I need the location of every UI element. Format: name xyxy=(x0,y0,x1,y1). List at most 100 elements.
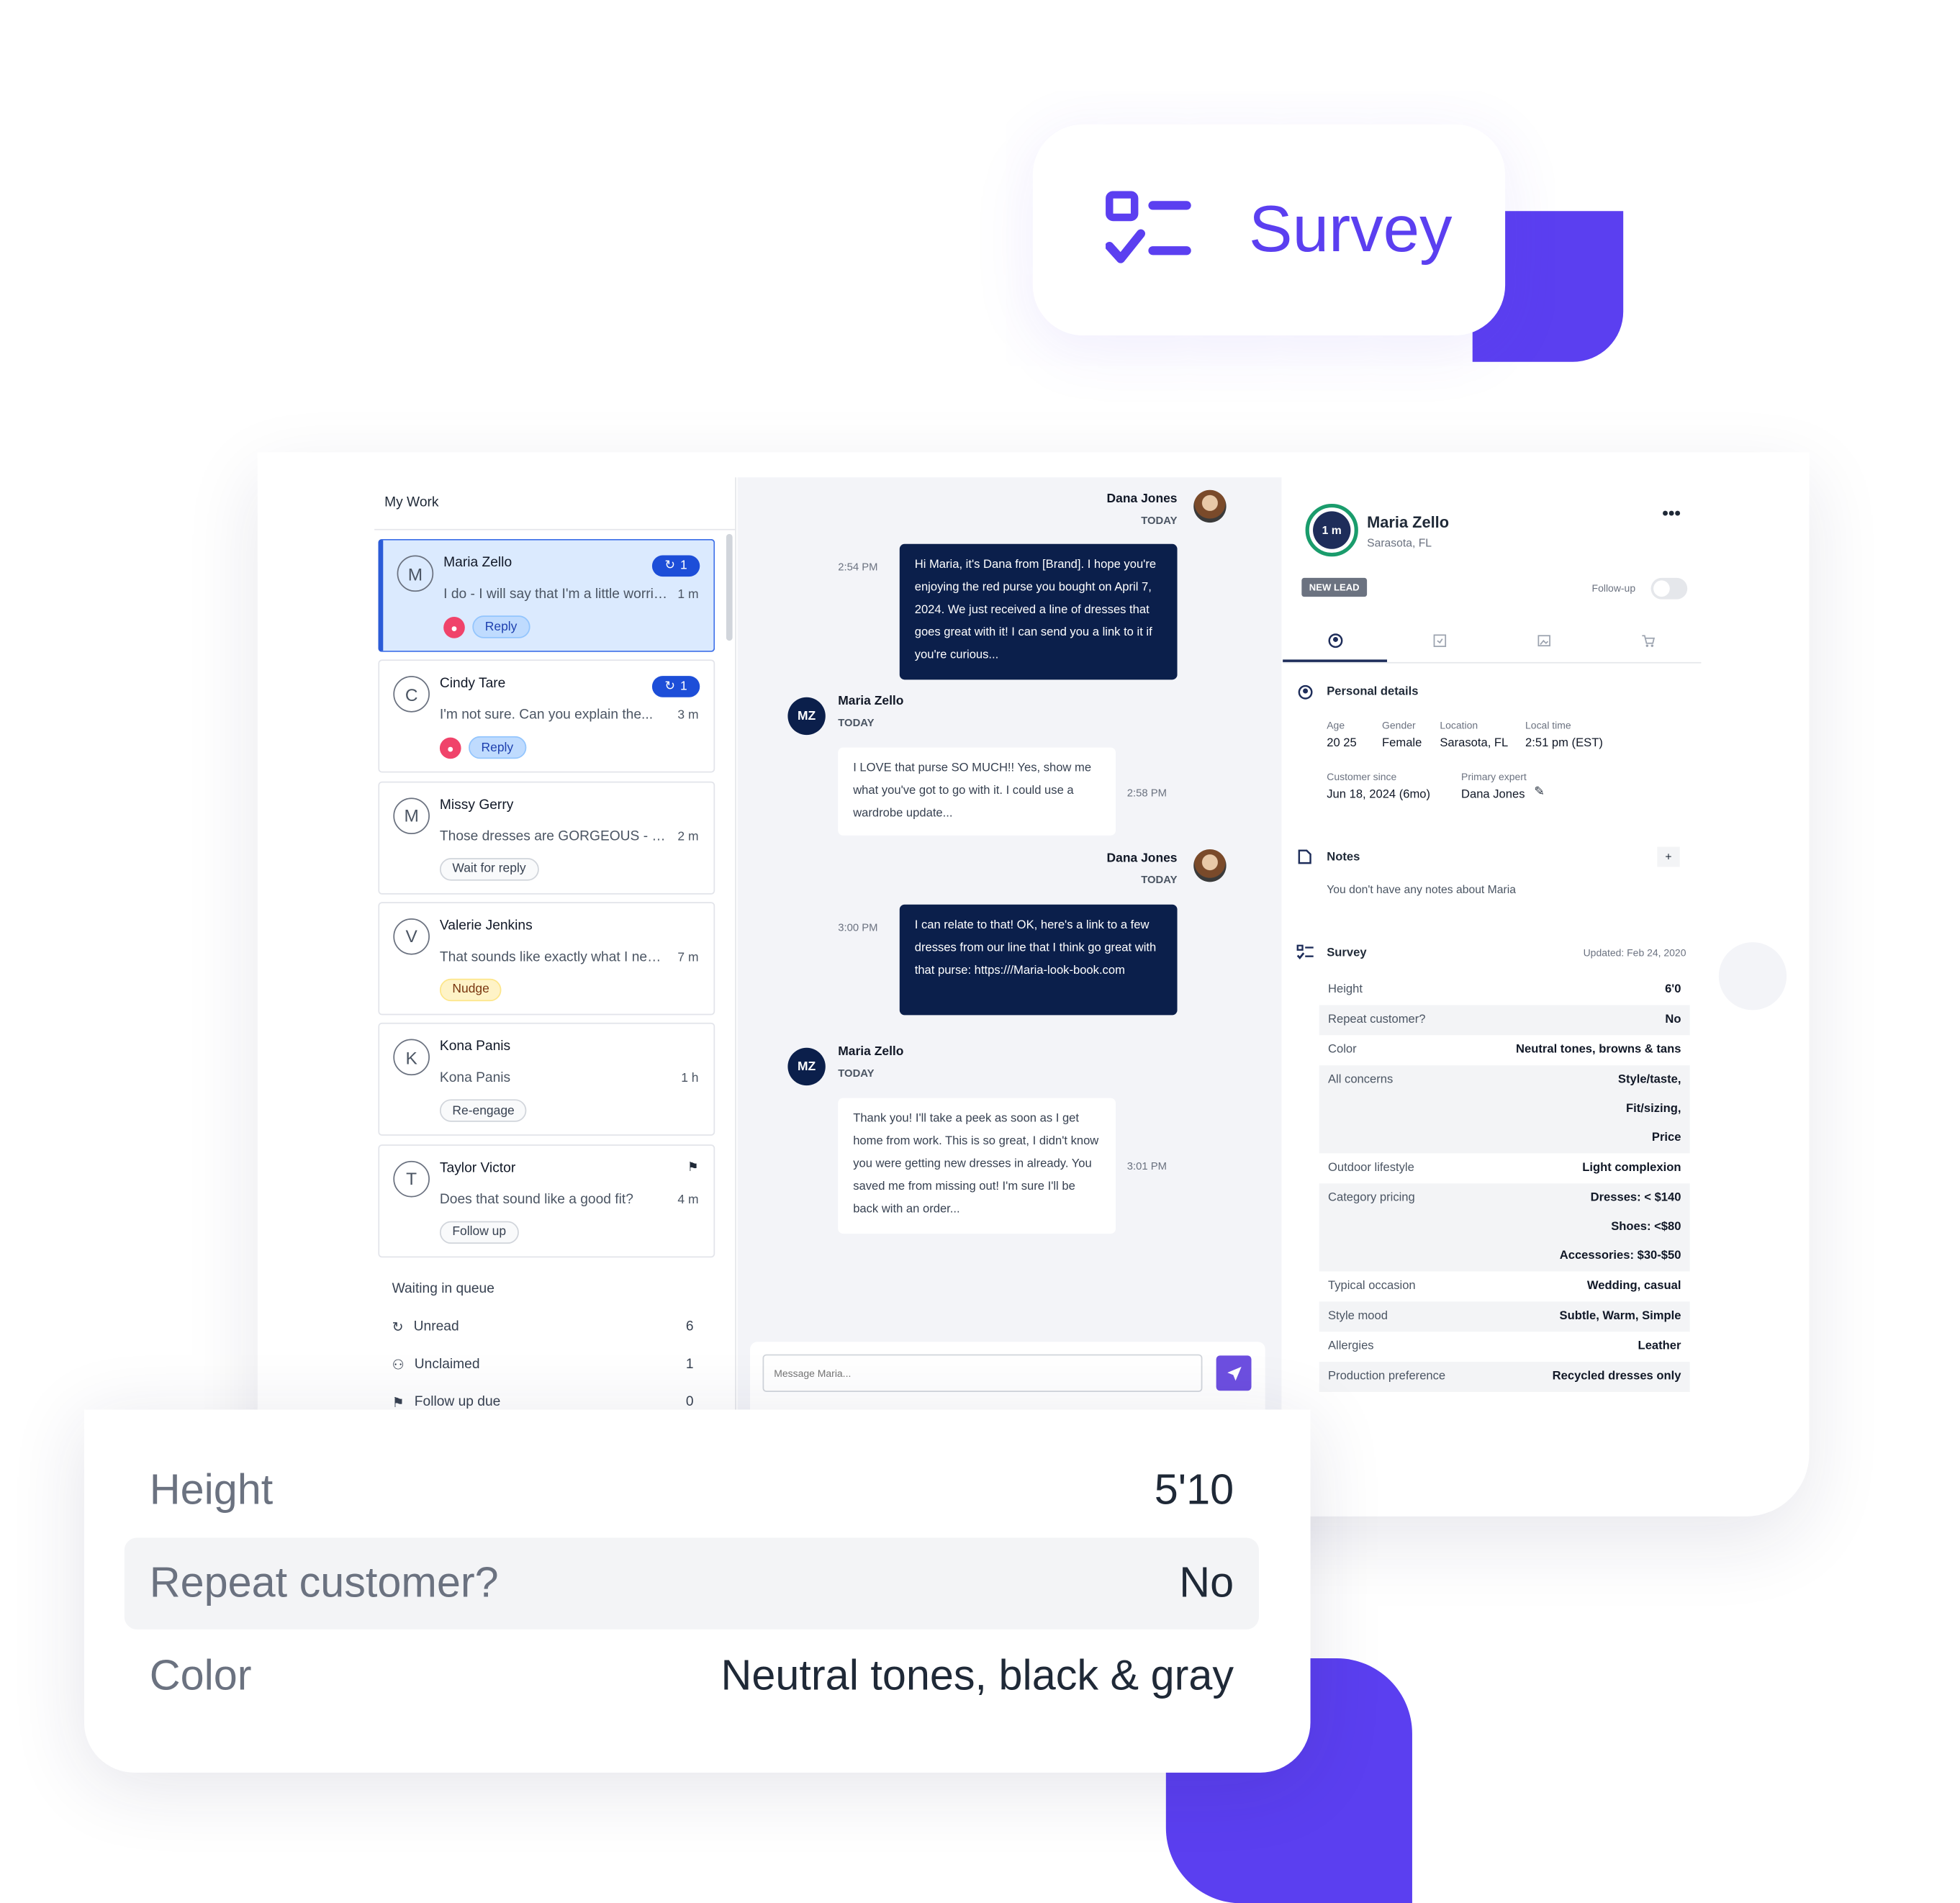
chat-refresh-icon: ↻ xyxy=(664,679,676,695)
survey-key: Style mood xyxy=(1327,1308,1388,1324)
user-circle-icon xyxy=(1298,684,1313,700)
survey-value: Price xyxy=(1651,1130,1681,1145)
composer xyxy=(750,1342,1265,1410)
user-circle-icon xyxy=(1327,633,1342,648)
add-note-button[interactable]: + xyxy=(1657,846,1680,867)
followup-toggle[interactable] xyxy=(1650,577,1688,600)
tab-survey[interactable] xyxy=(1387,625,1491,662)
message-bubble: Hi Maria, it's Dana from [Brand]. I hope… xyxy=(899,543,1178,680)
chat-refresh-icon: ↻ xyxy=(392,1320,404,1336)
survey-row: Style mood Subtle, Warm, Simple xyxy=(1319,1301,1690,1332)
notes-empty: You don't have any notes about Maria xyxy=(1327,883,1516,896)
elapsed-time: 3 m xyxy=(677,708,699,723)
fire-icon: ● xyxy=(443,617,465,638)
hero-title: Survey xyxy=(1249,193,1453,267)
elapsed-time: 1 m xyxy=(677,587,699,602)
conversation-card[interactable]: T Taylor Victor Does that sound like a g… xyxy=(378,1144,715,1257)
agent-avatar xyxy=(1193,489,1227,523)
action-chip[interactable]: Wait for reply xyxy=(439,857,539,880)
survey-row: All concerns Style/taste, Fit/sizing, Price xyxy=(1319,1065,1690,1154)
conversation-card[interactable]: V Valerie Jenkins That sounds like exact… xyxy=(378,902,715,1016)
agent-avatar xyxy=(1193,849,1227,882)
survey-row: Outdoor lifestyle Light complexion xyxy=(1319,1153,1690,1183)
queue-count: 0 xyxy=(685,1394,694,1410)
decor-circle xyxy=(1718,942,1787,1011)
contact-name: Valerie Jenkins xyxy=(439,918,533,934)
message-preview: I do - I will say that I'm a little worr… xyxy=(443,587,670,602)
flag-icon: ⚑ xyxy=(392,1396,405,1411)
section-title: Personal details xyxy=(1327,684,1419,699)
message-time: 2:54 PM xyxy=(838,560,878,573)
survey-updated: Updated: Feb 24, 2020 xyxy=(1583,947,1686,959)
queue-item[interactable]: ↻ Unread 6 xyxy=(392,1319,694,1336)
message-time: 3:00 PM xyxy=(838,921,878,934)
scrollbar[interactable] xyxy=(726,533,733,641)
contact-name: Missy Gerry xyxy=(439,797,514,813)
tab-media[interactable] xyxy=(1492,625,1597,662)
survey-value: No xyxy=(1665,1012,1681,1027)
message-input[interactable] xyxy=(762,1354,1203,1393)
message-preview: I'm not sure. Can you explain the... xyxy=(439,708,654,723)
message-date: TODAY xyxy=(838,715,875,729)
image-icon xyxy=(1537,635,1551,647)
chat-refresh-icon: ↻ xyxy=(664,559,676,573)
action-chip[interactable]: Reply xyxy=(469,736,526,759)
conversation-card[interactable]: M Missy Gerry Those dresses are GORGEOUS… xyxy=(378,780,715,895)
elapsed-time: 2 m xyxy=(677,830,699,844)
message-preview: Kona Panis xyxy=(439,1070,511,1086)
survey-key: Height xyxy=(1327,982,1363,997)
survey-value: No xyxy=(1179,1559,1234,1607)
survey-row: Category pricing Dresses: < $140 Shoes: <$… xyxy=(1319,1183,1690,1272)
message-bubble: I can relate to that! OK, here's a link … xyxy=(899,904,1178,1016)
survey-value: Fit/sizing, xyxy=(1626,1101,1681,1116)
clipboard-icon xyxy=(1433,634,1446,647)
flag-icon: ⚑ xyxy=(687,1160,699,1175)
survey-key: Repeat customer? xyxy=(1327,1012,1426,1027)
conversation-card[interactable]: K Kona Panis Kona Panis 1 h Re-engage xyxy=(378,1023,715,1136)
survey-row: Color Neutral tones, black & gray xyxy=(125,1631,1259,1722)
avatar: V xyxy=(393,918,430,955)
more-options-button[interactable]: ••• xyxy=(1662,502,1681,523)
edit-expert-button[interactable]: ✎ xyxy=(1534,785,1545,799)
survey-checklist-icon xyxy=(1296,944,1314,959)
survey-value: Subtle, Warm, Simple xyxy=(1559,1308,1681,1324)
panel-title: My Work xyxy=(374,477,736,530)
sender-name: Maria Zello xyxy=(838,1045,904,1059)
status-badge: NEW LEAD xyxy=(1301,577,1368,597)
survey-value: Leather xyxy=(1638,1339,1681,1353)
avatar: C xyxy=(393,676,430,713)
tab-personal[interactable] xyxy=(1283,625,1388,662)
action-chip[interactable]: Nudge xyxy=(439,978,502,1001)
conversation-card[interactable]: C Cindy Tare I'm not sure. Can you expla… xyxy=(378,659,715,774)
survey-value: Neutral tones, black & gray xyxy=(721,1652,1234,1700)
survey-key: Color xyxy=(149,1652,252,1700)
action-chip[interactable]: Follow up xyxy=(439,1220,519,1244)
field-value: 2:51 pm (EST) xyxy=(1525,736,1603,751)
action-chip[interactable]: Re-engage xyxy=(439,1099,528,1123)
message-time: 3:01 PM xyxy=(1126,1160,1167,1172)
sender-name: Maria Zello xyxy=(838,695,904,709)
field-label: Primary expert xyxy=(1461,771,1527,783)
survey-key: Height xyxy=(149,1465,274,1514)
survey-row: Repeat customer? No xyxy=(1319,1005,1690,1036)
queue-item[interactable]: ⚑ Follow up due 0 xyxy=(392,1395,694,1411)
send-icon xyxy=(1227,1366,1241,1380)
conversation-card[interactable]: M Maria Zello I do - I will say that I'm… xyxy=(378,538,715,652)
survey-row: Color Neutral tones, browns & tans xyxy=(1319,1035,1690,1065)
chat-panel: Dana Jones TODAY 2:54 PM Hi Maria, it's … xyxy=(737,477,1282,1410)
field-label: Customer since xyxy=(1327,771,1397,783)
avatar: M xyxy=(393,797,430,834)
queue-item[interactable]: ⚇ Unclaimed 1 xyxy=(392,1357,694,1373)
action-chip[interactable]: Reply xyxy=(472,615,530,638)
field-value: Jun 18, 2024 (6mo) xyxy=(1327,787,1431,802)
survey-value: Light complexion xyxy=(1582,1160,1681,1175)
survey-key: Production preference xyxy=(1327,1369,1446,1383)
tab-cart[interactable] xyxy=(1597,625,1701,662)
survey-hero-card: Survey xyxy=(1032,124,1506,336)
survey-row: Height 5'10 xyxy=(125,1445,1259,1536)
send-button[interactable] xyxy=(1216,1355,1252,1391)
survey-key: All concerns xyxy=(1327,1072,1394,1087)
section-title: Notes xyxy=(1327,850,1360,864)
sender-name: Dana Jones xyxy=(1106,492,1178,507)
survey-row: Typical occasion Wedding, casual xyxy=(1319,1271,1690,1301)
